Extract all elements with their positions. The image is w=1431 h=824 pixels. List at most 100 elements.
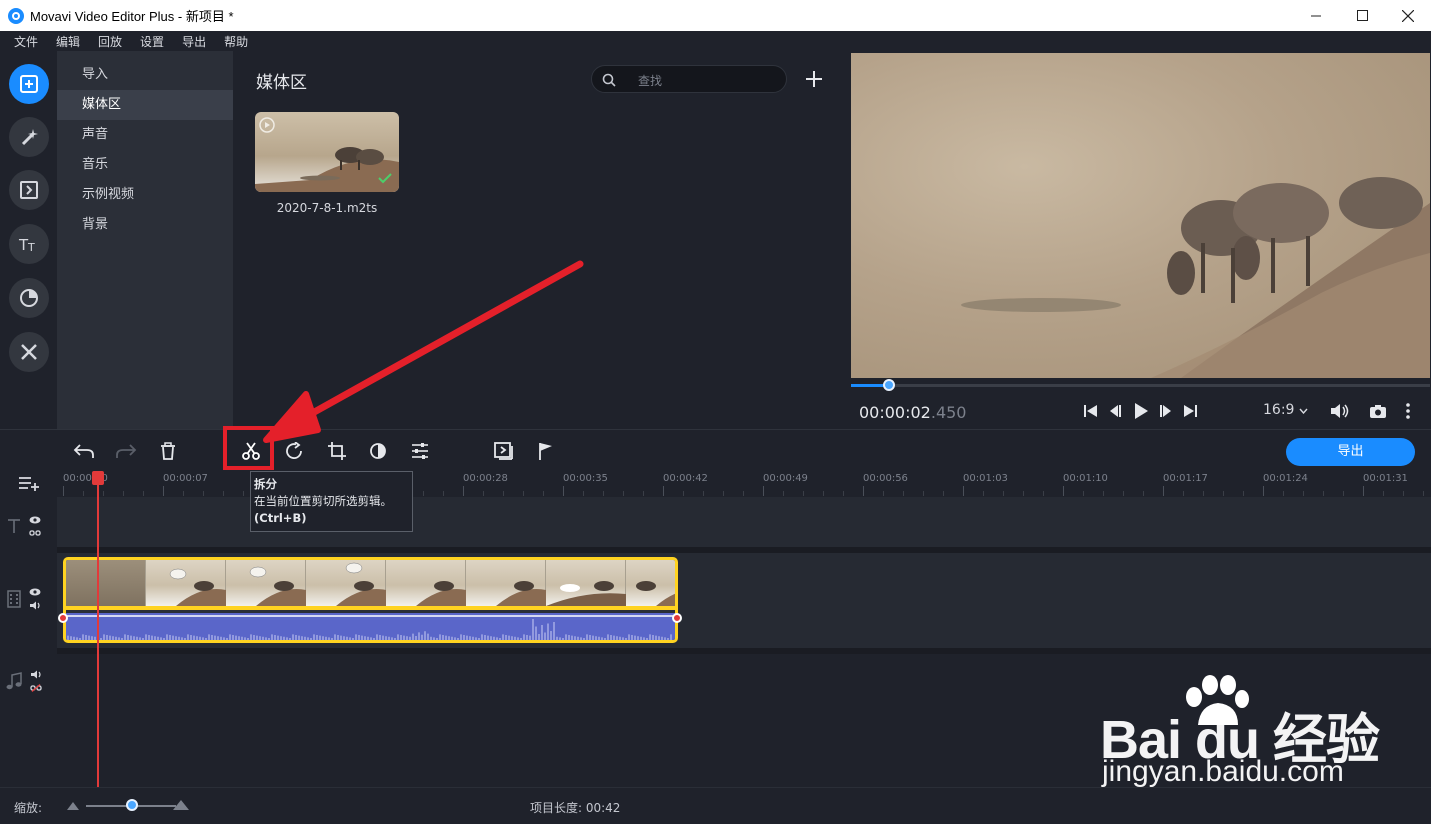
more-options-button[interactable] xyxy=(1402,401,1414,421)
minimize-button[interactable] xyxy=(1293,0,1339,31)
visibility-eye-icon[interactable] xyxy=(29,516,41,524)
tooltip-description: 在当前位置剪切所选剪辑。 xyxy=(254,494,392,508)
ruler-minor-tick xyxy=(203,491,204,496)
playhead[interactable] xyxy=(92,471,104,787)
playhead-handle[interactable] xyxy=(92,471,104,485)
title-bar: Movavi Video Editor Plus - 新项目 * xyxy=(0,0,1431,31)
ruler-minor-tick xyxy=(1183,491,1184,496)
marker-button[interactable] xyxy=(535,440,557,462)
maximize-button[interactable] xyxy=(1339,0,1385,31)
menu-edit[interactable]: 编辑 xyxy=(56,33,80,50)
film-strip-icon xyxy=(7,590,21,608)
clip-left-handle[interactable] xyxy=(58,613,68,623)
category-backgrounds[interactable]: 背景 xyxy=(57,210,233,240)
maximize-icon xyxy=(1356,10,1368,21)
menu-playback[interactable]: 回放 xyxy=(98,33,122,50)
skip-start-icon xyxy=(1084,405,1097,417)
clip-audio-waveform xyxy=(66,613,675,640)
ruler-minor-tick xyxy=(1223,491,1224,496)
ruler-minor-tick xyxy=(643,491,644,496)
ruler-minor-tick xyxy=(1123,491,1124,496)
previous-frame-button[interactable] xyxy=(1107,401,1123,421)
redo-button[interactable] xyxy=(115,440,137,462)
add-track-icon xyxy=(18,477,39,491)
clip-properties-button[interactable] xyxy=(409,440,431,462)
visibility-eye-icon[interactable] xyxy=(29,588,41,596)
rail-filters-button[interactable] xyxy=(9,117,49,157)
mute-speaker-icon[interactable] xyxy=(30,670,42,679)
video-frame-image xyxy=(961,177,1430,378)
rail-stickers-button[interactable] xyxy=(9,278,49,318)
lock-link-icon[interactable] xyxy=(29,529,41,537)
ruler-minor-tick xyxy=(623,491,624,496)
go-to-start-button[interactable] xyxy=(1083,401,1099,421)
watermark-url: jingyan.baidu.com xyxy=(1102,755,1344,788)
next-frame-button[interactable] xyxy=(1158,401,1174,421)
rail-titles-button[interactable]: TT xyxy=(9,224,49,264)
play-button[interactable] xyxy=(1131,401,1151,421)
menu-help[interactable]: 帮助 xyxy=(224,33,248,50)
menu-settings[interactable]: 设置 xyxy=(140,33,164,50)
ruler-minor-tick xyxy=(1143,491,1144,496)
zoom-out-icon[interactable] xyxy=(67,802,79,810)
zoom-slider-handle[interactable] xyxy=(126,799,138,811)
ruler-tick xyxy=(963,486,964,496)
flag-icon xyxy=(539,443,552,460)
transition-icon xyxy=(20,181,38,199)
ruler-tick-label: 00:01:03 xyxy=(963,473,1008,484)
ruler-minor-tick xyxy=(1203,491,1204,496)
window-controls xyxy=(1293,0,1431,31)
transition-wizard-button[interactable] xyxy=(493,440,515,462)
category-sounds[interactable]: 声音 xyxy=(57,120,233,150)
title-track-header xyxy=(0,506,57,546)
menu-export[interactable]: 导出 xyxy=(182,33,206,50)
rotate-button[interactable] xyxy=(283,440,305,462)
add-media-button[interactable] xyxy=(800,65,828,93)
volume-icon xyxy=(1331,404,1349,418)
volume-button[interactable] xyxy=(1329,401,1351,421)
export-button[interactable]: 导出 xyxy=(1286,438,1415,466)
category-sample-videos[interactable]: 示例视频 xyxy=(57,180,233,210)
preview-progress-bar[interactable] xyxy=(851,379,1430,391)
snapshot-button[interactable] xyxy=(1368,401,1388,421)
close-button[interactable] xyxy=(1385,0,1431,31)
waveform-graphic xyxy=(66,615,675,640)
category-import[interactable]: 导入 xyxy=(57,60,233,90)
clip-right-handle[interactable] xyxy=(672,613,682,623)
rail-tools-button[interactable] xyxy=(9,332,49,372)
video-preview xyxy=(851,53,1430,378)
category-media-bin[interactable]: 媒体区 xyxy=(57,90,233,120)
ruler-tick xyxy=(463,486,464,496)
go-to-end-button[interactable] xyxy=(1182,401,1198,421)
ruler-tick xyxy=(1363,486,1364,496)
mute-speaker-icon[interactable] xyxy=(29,601,41,610)
search-icon xyxy=(602,73,616,87)
clip-frame xyxy=(626,560,675,606)
undo-button[interactable] xyxy=(73,440,95,462)
search-input[interactable]: 查找 xyxy=(591,65,787,93)
crop-button[interactable] xyxy=(326,440,348,462)
ruler-minor-tick xyxy=(1383,491,1384,496)
category-music[interactable]: 音乐 xyxy=(57,150,233,180)
rail-import-button[interactable] xyxy=(9,64,49,104)
add-track-button[interactable] xyxy=(0,471,57,495)
progress-handle[interactable] xyxy=(882,379,895,391)
video-clip[interactable] xyxy=(63,557,678,643)
unlink-icon[interactable] xyxy=(30,684,42,692)
ruler-minor-tick xyxy=(543,491,544,496)
media-thumbnail[interactable] xyxy=(255,112,399,192)
zoom-in-icon[interactable] xyxy=(173,800,189,810)
project-length: 项目长度: 00:42 xyxy=(530,801,621,815)
track-headers xyxy=(0,471,57,787)
aspect-ratio-dropdown[interactable]: 16:9 xyxy=(1263,402,1308,418)
color-adjust-button[interactable] xyxy=(367,440,389,462)
menu-file[interactable]: 文件 xyxy=(14,33,38,50)
clip-frame xyxy=(306,560,386,606)
timecode-ms: .450 xyxy=(930,403,967,422)
rail-transitions-button[interactable] xyxy=(9,170,49,210)
ruler-tick xyxy=(63,486,64,496)
delete-button[interactable] xyxy=(157,440,179,462)
tool-rail: TT xyxy=(0,51,57,429)
import-icon xyxy=(20,75,38,93)
transition-wizard-icon xyxy=(494,442,513,460)
